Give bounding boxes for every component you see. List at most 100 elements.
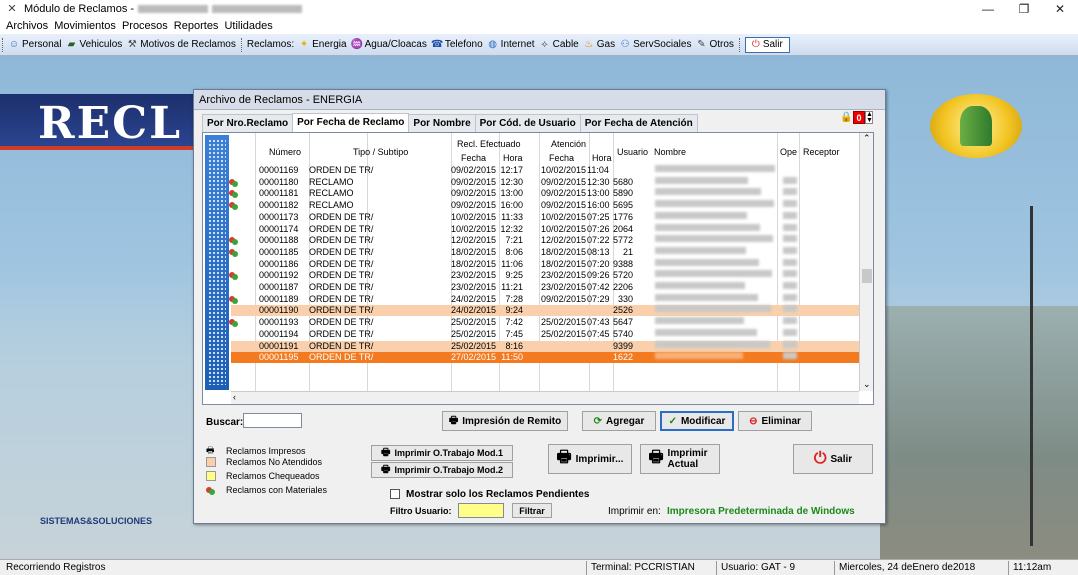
- cell-ahora: 07:43: [587, 317, 610, 328]
- redacted-ope: [783, 340, 797, 348]
- menu-reportes[interactable]: Reportes: [174, 20, 219, 32]
- impresion-remito-button[interactable]: 🖶 Impresión de Remito: [442, 411, 568, 431]
- reclamos-grid[interactable]: Número Tipo / Subtipo Recl. Efectuado Fe…: [202, 132, 874, 405]
- filtrar-button[interactable]: Filtrar: [512, 503, 552, 518]
- header-receptor[interactable]: Receptor: [803, 147, 840, 157]
- table-row[interactable]: 00001180 RECLAMO 09/02/2015 12:30 09/02/2015…: [229, 176, 863, 188]
- salir-button[interactable]: ⏻ Salir: [793, 444, 873, 474]
- imprimir-button[interactable]: 🖶 Imprimir...: [548, 444, 632, 474]
- table-row[interactable]: 00001195 ORDEN DE TR/27/02/2015 11:50 1622: [231, 352, 863, 364]
- redacted-name: [655, 258, 759, 266]
- imprimir-ot1-button[interactable]: 🖶 Imprimir O.Trabajo Mod.1: [371, 445, 513, 461]
- redacted-ope: [783, 200, 797, 208]
- redacted-name: [655, 317, 744, 325]
- cell-tipo: ORDEN DE TR/: [309, 328, 374, 339]
- cell-ahora: 13:00: [587, 188, 610, 199]
- toolbar-telefono[interactable]: ☎ Telefono: [431, 39, 483, 51]
- modificar-button[interactable]: ✓ Modificar: [660, 411, 734, 431]
- toolbar-salir-button[interactable]: ⏻ Salir: [744, 36, 790, 53]
- tab-fecha-atencion[interactable]: Por Fecha de Atención: [579, 114, 698, 132]
- cell-hora: 11:33: [501, 211, 523, 222]
- cell-usuario: 1776: [613, 211, 634, 222]
- header-recl-efectuado[interactable]: Recl. Efectuado: [457, 139, 521, 149]
- toolbar-otros[interactable]: ✎ Otros: [695, 39, 734, 51]
- vertical-scrollbar[interactable]: ⌃ ⌄: [859, 133, 873, 391]
- table-row[interactable]: 00001191 ORDEN DE TR/25/02/2015 8:16 9399: [231, 340, 863, 352]
- toolbar-servsociales[interactable]: ⚇ ServSociales: [619, 38, 692, 51]
- legend-label: Reclamos Chequeados: [226, 471, 320, 481]
- group-icon: ⚇: [620, 38, 630, 50]
- toolbar-internet[interactable]: ◍ Internet: [487, 39, 534, 51]
- table-row[interactable]: 00001173 ORDEN DE TR/10/02/2015 11:33 10/02…: [231, 211, 863, 223]
- header-fecha-atencion[interactable]: Fecha: [549, 153, 574, 163]
- menu-procesos[interactable]: Procesos: [122, 20, 168, 32]
- cell-afecha: 10/02/2015: [541, 165, 587, 175]
- scroll-down-icon[interactable]: ⌄: [863, 379, 871, 390]
- materials-icon: [229, 271, 238, 281]
- toolbar-gas[interactable]: ♨ Gas: [583, 39, 615, 51]
- counter-spinner[interactable]: ▲ ▼: [865, 111, 873, 124]
- toolbar-cable[interactable]: ⟡ Cable: [539, 39, 578, 51]
- header-hora-atencion[interactable]: Hora: [592, 153, 612, 163]
- toolbar-personal[interactable]: ☺ Personal: [8, 39, 62, 51]
- filtro-usuario-input[interactable]: [458, 503, 504, 518]
- cell-hora: 7:45: [505, 328, 523, 339]
- table-row[interactable]: 00001194 ORDEN DE TR/25/02/2015 7:45 25/02/…: [231, 328, 863, 340]
- table-row[interactable]: 00001187 ORDEN DE TR/23/02/2015 11:21 23/02…: [231, 282, 863, 293]
- redacted-name: [655, 270, 772, 278]
- tab-cod-usuario[interactable]: Por Cód. de Usuario: [474, 114, 581, 132]
- printer-icon: 🖶: [381, 463, 391, 475]
- menu-movimientos[interactable]: Movimientos: [54, 20, 116, 32]
- table-row[interactable]: 00001174 ORDEN DE TR/10/02/2015 12:32 10/02…: [231, 223, 863, 235]
- window-controls: — ❐ ✕: [970, 0, 1078, 18]
- table-row[interactable]: 00001189 ORDEN DE TR/24/02/2015 7:28 09/02/…: [229, 293, 863, 305]
- header-tipo[interactable]: Tipo / Subtipo: [353, 147, 408, 157]
- scroll-thumb[interactable]: [862, 269, 872, 283]
- scroll-left-icon[interactable]: ‹: [233, 392, 236, 402]
- table-row[interactable]: 00001185 ORDEN DE TR/18/02/2015 8:06 18/02/…: [229, 246, 863, 258]
- header-ope[interactable]: Ope: [780, 147, 797, 157]
- tab-fecha-reclamo[interactable]: Por Fecha de Reclamo: [292, 113, 410, 132]
- header-numero[interactable]: Número: [269, 147, 301, 157]
- table-row[interactable]: 00001193 ORDEN DE TR/25/02/2015 7:42 25/02/…: [229, 317, 863, 328]
- imprimir-ot2-button[interactable]: 🖶 Imprimir O.Trabajo Mod.2: [371, 462, 513, 478]
- header-atencion[interactable]: Atención: [551, 139, 586, 149]
- cell-hora: 11:50: [501, 352, 523, 363]
- toolbar-energia[interactable]: ✦ Energia: [298, 39, 347, 51]
- table-row[interactable]: 00001182 RECLAMO 09/02/2015 16:00 09/02/2015…: [229, 200, 863, 211]
- horizontal-scrollbar[interactable]: ‹: [231, 391, 859, 404]
- agregar-button[interactable]: ⟳ Agregar: [582, 411, 656, 431]
- minimize-button[interactable]: —: [970, 0, 1006, 18]
- maximize-button[interactable]: ❐: [1006, 0, 1042, 18]
- header-hora[interactable]: Hora: [503, 153, 523, 163]
- toolbar-vehiculos[interactable]: ▰ Vehiculos: [65, 39, 123, 51]
- menu-utilidades[interactable]: Utilidades: [224, 20, 272, 32]
- cell-usuario: 1622: [613, 352, 634, 363]
- table-row[interactable]: 00001190 ORDEN DE TR/24/02/2015 9:24 2526: [231, 305, 863, 317]
- table-row[interactable]: 00001181 RECLAMO 09/02/2015 13:00 09/02/2015…: [229, 188, 863, 199]
- table-row[interactable]: 00001192 ORDEN DE TR/23/02/2015 9:25 23/02/…: [229, 270, 863, 281]
- header-fecha[interactable]: Fecha: [461, 153, 486, 163]
- cell-usuario: 5647: [613, 317, 634, 328]
- header-usuario[interactable]: Usuario: [617, 147, 648, 157]
- add-icon: ⟳: [593, 415, 603, 427]
- close-button[interactable]: ✕: [1042, 0, 1078, 18]
- tab-nombre[interactable]: Por Nombre: [408, 114, 476, 132]
- imprimir-actual-button[interactable]: 🖶 Imprimir Actual: [640, 444, 720, 474]
- table-row[interactable]: 00001186 ORDEN DE TR/18/02/2015 11:06 18/02…: [231, 258, 863, 270]
- table-row[interactable]: 00001188 ORDEN DE TR/12/02/2015 7:21 12/02/…: [229, 235, 863, 246]
- tab-nro-reclamo[interactable]: Por Nro.Reclamo: [202, 114, 294, 132]
- redacted-name: [655, 223, 760, 231]
- cell-hora: 12:30: [500, 176, 523, 187]
- buscar-label: Buscar:: [206, 417, 244, 428]
- buscar-input[interactable]: [243, 413, 302, 428]
- eliminar-button[interactable]: ⊖ Eliminar: [738, 411, 812, 431]
- toolbar-agua[interactable]: ♒ Agua/Cloacas: [351, 39, 427, 51]
- toolbar-motivos[interactable]: ⚒ Motivos de Reclamos: [126, 39, 236, 51]
- scroll-up-icon[interactable]: ⌃: [863, 133, 871, 144]
- table-row[interactable]: 00001169 ORDEN DE TR/09/02/2015 12:17 10/02…: [231, 165, 863, 176]
- menu-archivos[interactable]: Archivos: [6, 20, 48, 32]
- cell-ahora: 12:30: [587, 176, 610, 187]
- header-nombre[interactable]: Nombre: [654, 147, 686, 157]
- pendientes-checkbox[interactable]: [390, 489, 400, 499]
